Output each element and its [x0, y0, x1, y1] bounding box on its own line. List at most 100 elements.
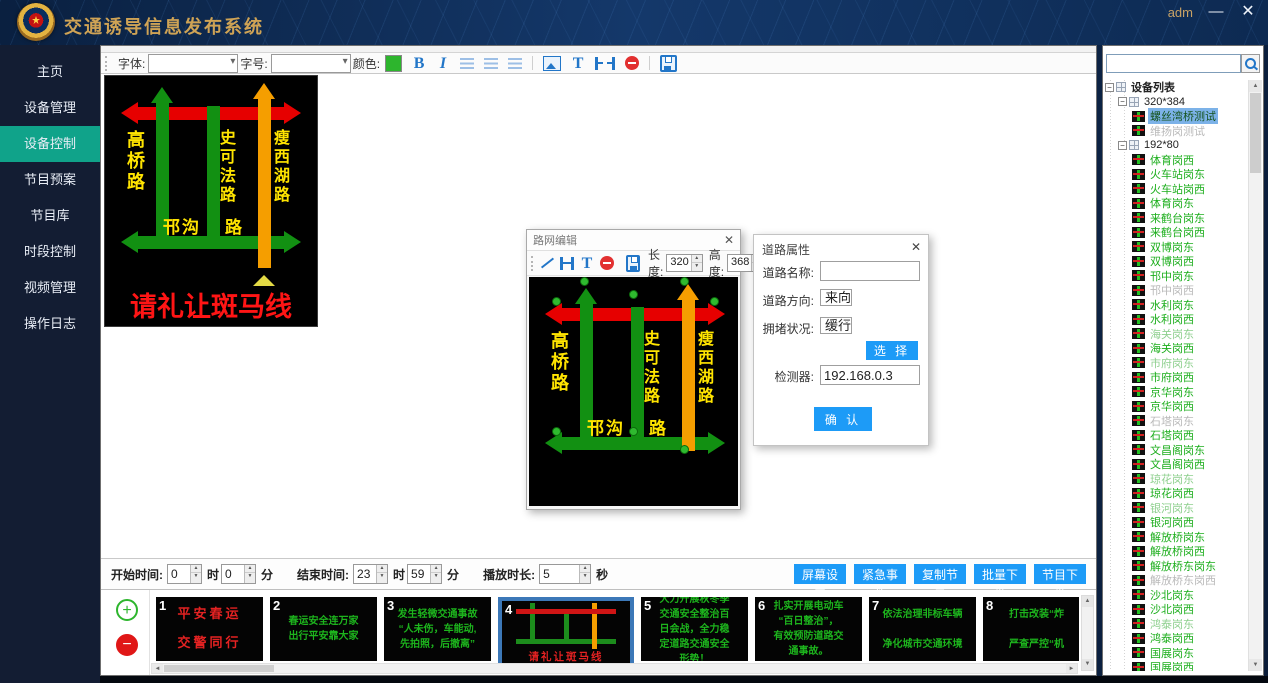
delete-icon[interactable]: [600, 256, 614, 270]
font-family-select[interactable]: ▾: [148, 54, 238, 73]
end-minute-spinner[interactable]: 59 ▲▼: [407, 564, 442, 584]
tree-node[interactable]: − 邗中岗西: [1105, 283, 1247, 298]
tree-node[interactable]: − 市府岗西: [1105, 370, 1247, 385]
sidebar-item[interactable]: 时段控制: [0, 234, 100, 270]
action-button[interactable]: 批量下发: [974, 564, 1026, 584]
font-size-select[interactable]: ▾: [271, 54, 351, 73]
sidebar-item[interactable]: 节目库: [0, 198, 100, 234]
edit-handle[interactable]: [580, 277, 589, 286]
tree-node[interactable]: − 市府岗东: [1105, 356, 1247, 371]
collapse-toggle-icon[interactable]: −: [1118, 97, 1127, 106]
strip-horizontal-scrollbar[interactable]: ◄ ►: [151, 663, 1078, 674]
program-thumbnail[interactable]: 1 平安春运 交警同行: [156, 597, 263, 661]
tree-node[interactable]: − 琼花岗西: [1105, 486, 1247, 501]
strip-vertical-scrollbar[interactable]: ▲ ▼: [1081, 595, 1094, 671]
tree-node[interactable]: − 邗中岗东: [1105, 269, 1247, 284]
edit-handle[interactable]: [629, 427, 638, 436]
toolbar-grip-icon[interactable]: [531, 256, 533, 271]
tree-node[interactable]: − 设备列表: [1105, 80, 1247, 95]
collapse-toggle-icon[interactable]: −: [1105, 83, 1114, 92]
bold-button[interactable]: B: [412, 55, 426, 72]
search-button[interactable]: [1241, 54, 1260, 73]
edit-handle[interactable]: [680, 277, 689, 286]
duration-spinner[interactable]: 5 ▲▼: [539, 564, 591, 584]
window-minimize-button[interactable]: —: [1204, 2, 1228, 22]
road-network-icon[interactable]: [560, 257, 574, 270]
tree-node[interactable]: − 琼花岗东: [1105, 472, 1247, 487]
tree-node[interactable]: − 文昌阁岗西: [1105, 457, 1247, 472]
program-thumbnail[interactable]: 6 扎实开展电动车 “百日整治”， 有效预防道路交 通事故。: [755, 597, 862, 661]
scroll-up-icon[interactable]: ▲: [1082, 596, 1093, 607]
spinner-arrows[interactable]: ▲▼: [244, 565, 255, 583]
program-thumbnail[interactable]: 8 打击改装“炸 严查严控“机: [983, 597, 1079, 661]
tree-node[interactable]: − 鸿泰岗西: [1105, 631, 1247, 646]
editor-roadmap[interactable]: 高桥路 史可法路 瘦西湖路 邗沟 路 请礼让斑马线: [529, 277, 738, 506]
spinner-arrows[interactable]: ▲▼: [376, 565, 387, 583]
sidebar-item[interactable]: 视频管理: [0, 270, 100, 306]
congestion-select[interactable]: 缓行 ˇ: [820, 317, 852, 334]
tree-node[interactable]: − 国展岗西: [1105, 660, 1247, 671]
scroll-down-icon[interactable]: ▼: [1082, 659, 1093, 670]
action-button[interactable]: 屏幕设置: [794, 564, 846, 584]
scroll-right-icon[interactable]: ►: [1066, 664, 1077, 673]
action-button[interactable]: 复制节目: [914, 564, 966, 584]
sidebar-item[interactable]: 节目预案: [0, 162, 100, 198]
tree-node[interactable]: − 320*384: [1105, 95, 1247, 110]
editor-canvas[interactable]: 高桥路 史可法路 瘦西湖路 邗沟 路 请礼让斑马线: [529, 277, 738, 506]
tree-node[interactable]: − 京华岗西: [1105, 399, 1247, 414]
tree-node[interactable]: − 192*80: [1105, 138, 1247, 153]
add-program-button[interactable]: +: [116, 599, 138, 621]
edit-handle[interactable]: [552, 297, 561, 306]
confirm-button[interactable]: 确 认: [814, 407, 872, 431]
save-icon[interactable]: [660, 55, 677, 72]
italic-button[interactable]: I: [436, 55, 450, 72]
tree-node[interactable]: − 石塔岗西: [1105, 428, 1247, 443]
sidebar-item[interactable]: 主页: [0, 54, 100, 90]
dialog-close-icon[interactable]: ✕: [911, 240, 921, 254]
toolbar-grip-icon[interactable]: [105, 56, 111, 71]
led-screen-preview[interactable]: 高桥路 史可法路 瘦西湖路 邗沟 路 请礼让斑马线: [104, 75, 318, 327]
tree-node[interactable]: − 火车站岗西: [1105, 182, 1247, 197]
edit-handle[interactable]: [680, 445, 689, 454]
tree-node[interactable]: − 石塔岗东: [1105, 414, 1247, 429]
spinner-arrows[interactable]: ▲▼: [691, 255, 702, 271]
insert-image-icon[interactable]: [543, 56, 561, 71]
road-direction-select[interactable]: 来向 ˇ: [820, 289, 852, 306]
tree-node[interactable]: − 解放桥岗东: [1105, 530, 1247, 545]
scroll-left-icon[interactable]: ◄: [152, 664, 163, 673]
window-close-button[interactable]: ✕: [1236, 2, 1260, 22]
remove-program-button[interactable]: −: [116, 634, 138, 656]
start-hour-spinner[interactable]: 0 ▲▼: [167, 564, 202, 584]
action-button[interactable]: 节目下发: [1034, 564, 1086, 584]
edit-handle[interactable]: [629, 290, 638, 299]
tree-scrollbar[interactable]: ▲ ▼: [1248, 80, 1262, 671]
tree-node[interactable]: − 国展岗东: [1105, 646, 1247, 661]
scroll-up-icon[interactable]: ▲: [1249, 80, 1262, 92]
program-thumbnail[interactable]: 3 发生轻微交通事故 “人未伤，车能动, 先拍照，后撤离”: [384, 597, 491, 661]
length-spinner[interactable]: 320 ▲▼: [666, 254, 702, 272]
tree-node[interactable]: − 海关岗东: [1105, 327, 1247, 342]
tree-node[interactable]: − 银河岗西: [1105, 515, 1247, 530]
road-name-input[interactable]: [820, 261, 920, 281]
search-input[interactable]: [1106, 54, 1241, 73]
spinner-arrows[interactable]: ▲▼: [579, 565, 590, 583]
tree-node[interactable]: − 海关岗西: [1105, 341, 1247, 356]
edit-handle[interactable]: [552, 427, 561, 436]
insert-text-icon[interactable]: T: [571, 55, 585, 72]
tree-node[interactable]: − 螺丝湾桥测试: [1105, 109, 1247, 124]
collapse-toggle-icon[interactable]: −: [1118, 141, 1127, 150]
tree-node[interactable]: − 来鹤台岗东: [1105, 211, 1247, 226]
sidebar-item[interactable]: 设备管理: [0, 90, 100, 126]
spinner-arrows[interactable]: ▲▼: [190, 565, 201, 583]
orange-road-arrow[interactable]: [682, 299, 695, 451]
road-network-icon[interactable]: [595, 57, 615, 70]
align-center-icon[interactable]: [484, 58, 498, 69]
scroll-down-icon[interactable]: ▼: [1249, 659, 1262, 671]
end-hour-spinner[interactable]: 23 ▲▼: [353, 564, 388, 584]
scrollbar-thumb[interactable]: [164, 665, 274, 672]
tree-node[interactable]: − 体育岗西: [1105, 153, 1247, 168]
tree-node[interactable]: − 文昌阁岗东: [1105, 443, 1247, 458]
sidebar-item[interactable]: 设备控制: [0, 126, 100, 162]
insert-text-icon[interactable]: T: [580, 255, 594, 272]
tree-node[interactable]: − 解放桥东岗东: [1105, 559, 1247, 574]
